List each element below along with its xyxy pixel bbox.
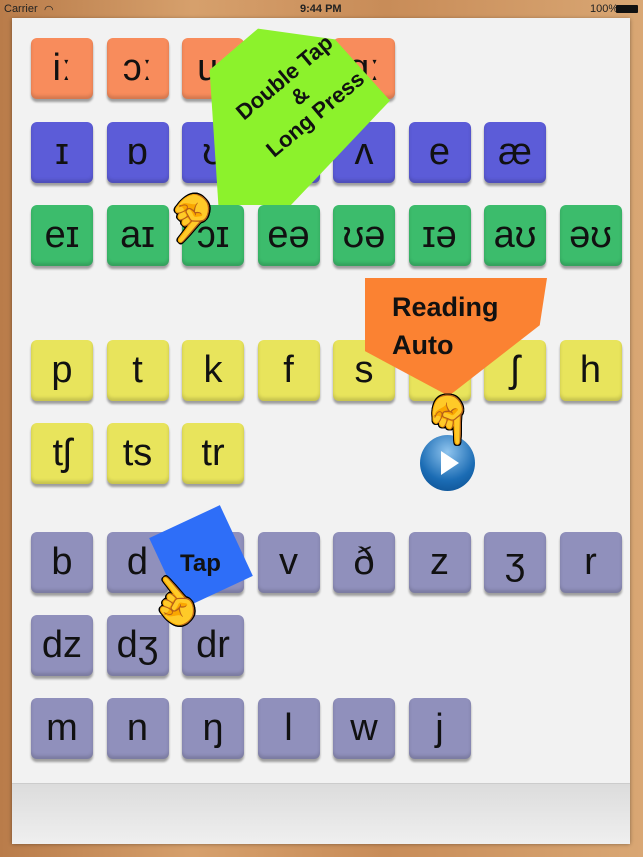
phoneme-key[interactable]: s — [333, 340, 395, 401]
bottom-toolbar — [12, 783, 630, 844]
phoneme-key[interactable]: iː — [31, 38, 93, 99]
wifi-icon: ◠ — [44, 4, 54, 16]
phoneme-key[interactable]: uː — [182, 38, 244, 99]
phoneme-key[interactable]: ʌ — [333, 122, 395, 183]
battery-icon — [616, 5, 638, 13]
phoneme-key[interactable]: tr — [182, 423, 244, 484]
hand-pointer-icon: ☝ — [420, 394, 478, 446]
phoneme-key[interactable]: w — [333, 698, 395, 759]
phoneme-key[interactable]: ʊə — [333, 205, 395, 266]
phoneme-key[interactable]: eɪ — [31, 205, 93, 266]
phoneme-key[interactable]: æ — [484, 122, 546, 183]
phoneme-key[interactable]: j — [408, 698, 471, 759]
phoneme-key[interactable]: p — [31, 340, 93, 401]
phoneme-key[interactable]: aʊ — [484, 205, 546, 266]
battery-level: 100% — [590, 3, 619, 15]
phoneme-key[interactable]: r — [559, 532, 622, 593]
phoneme-key[interactable]: e — [408, 122, 471, 183]
phoneme-key[interactable]: b — [31, 532, 93, 593]
phoneme-key[interactable]: tʃ — [31, 423, 93, 484]
phoneme-key[interactable]: ɔː — [106, 38, 169, 99]
carrier: Carrier — [4, 3, 38, 15]
phoneme-key[interactable]: ð — [333, 532, 395, 593]
phoneme-key[interactable]: n — [106, 698, 169, 759]
phoneme-key[interactable]: ŋ — [182, 698, 244, 759]
phoneme-key[interactable]: ɪ — [31, 122, 93, 183]
phoneme-key[interactable]: eə — [257, 205, 320, 266]
phoneme-key[interactable]: ɪə — [408, 205, 471, 266]
phoneme-key[interactable]: əʊ — [559, 205, 622, 266]
phoneme-key[interactable]: dz — [31, 615, 93, 676]
phoneme-key[interactable]: t — [106, 340, 169, 401]
phoneme-key[interactable]: dr — [182, 615, 244, 676]
phoneme-key[interactable]: f — [257, 340, 320, 401]
clock: 9:44 PM — [300, 3, 342, 15]
status-bar: Carrier ◠ 9:44 PM 100% — [0, 0, 643, 18]
phoneme-key[interactable]: k — [182, 340, 244, 401]
phoneme-key[interactable]: h — [559, 340, 622, 401]
phoneme-key[interactable]: m — [31, 698, 93, 759]
phoneme-key[interactable]: ɒ — [106, 122, 169, 183]
phoneme-key[interactable]: ʒ — [484, 532, 546, 593]
phoneme-key[interactable]: z — [408, 532, 471, 593]
phoneme-key[interactable]: l — [257, 698, 320, 759]
reading-auto-hint: Reading Auto — [392, 292, 499, 360]
phoneme-key[interactable]: ts — [106, 423, 169, 484]
phoneme-key[interactable]: v — [257, 532, 320, 593]
